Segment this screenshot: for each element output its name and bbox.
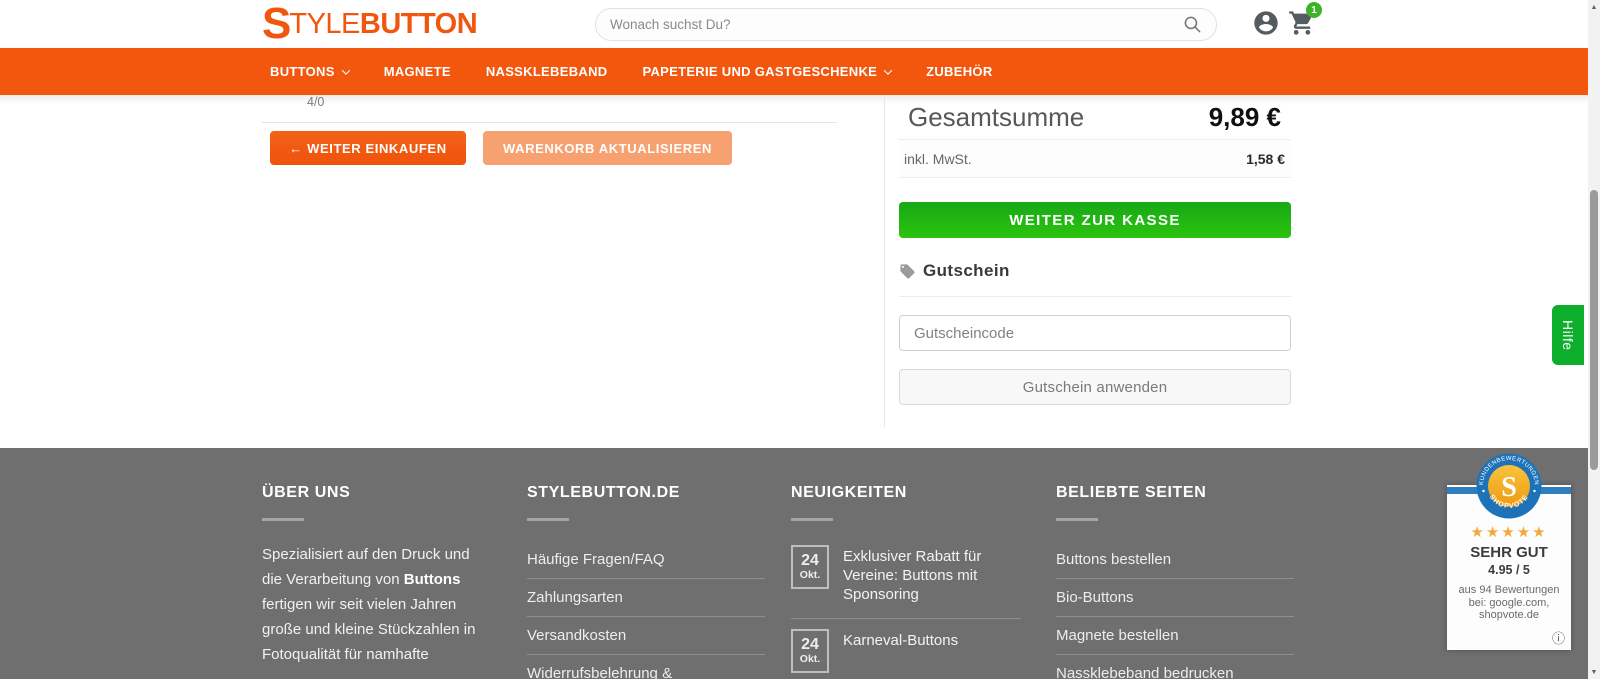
- tax-value: 1,58 €: [1246, 150, 1285, 167]
- nav-item-zubehoer[interactable]: ZUBEHÖR: [926, 64, 992, 79]
- help-tab[interactable]: Hilfe: [1552, 305, 1584, 365]
- news-date-badge: 24 Okt.: [791, 629, 829, 673]
- logo-style-text: TYLE: [289, 7, 360, 40]
- footer-link-buttons-bestellen[interactable]: Buttons bestellen: [1056, 541, 1294, 579]
- scroll-up-icon[interactable]: ▲: [1588, 1, 1600, 13]
- update-cart-button[interactable]: WARENKORB AKTUALISIEREN: [483, 131, 732, 165]
- footer-link-versandkosten[interactable]: Versandkosten: [527, 617, 765, 655]
- chevron-down-icon: [341, 65, 350, 75]
- review-source-text: aus 94 Bewertungen bei: google.com, shop…: [1458, 584, 1560, 621]
- divider: [899, 296, 1291, 297]
- logo-button-text: BUTTON: [359, 7, 478, 40]
- coupon-code-input[interactable]: [899, 315, 1291, 351]
- apply-coupon-button[interactable]: Gutschein anwenden: [899, 369, 1291, 405]
- cart-totals: Gesamtsumme 9,89 € inkl. MwSt. 1,58 €: [899, 95, 1291, 178]
- search-bar[interactable]: [595, 8, 1217, 41]
- scrollbar-thumb[interactable]: [1590, 190, 1598, 470]
- info-icon[interactable]: ⓘ: [1552, 628, 1565, 647]
- page: STYLEBUTTON 1 BUTTONS MAGNETE NASSKLEBEB…: [0, 0, 1600, 679]
- column-divider: [884, 97, 885, 427]
- nav-item-buttons[interactable]: BUTTONS: [270, 64, 350, 79]
- news-item[interactable]: 24 Okt. Karneval-Buttons: [791, 629, 1029, 673]
- news-item[interactable]: 24 Okt. Exklusiver Rabatt für Vereine: B…: [791, 545, 1029, 604]
- footer-link-zahlungsarten[interactable]: Zahlungsarten: [527, 579, 765, 617]
- cart-page: 4/0 ← WEITER EINKAUFEN WARENKORB AKTUALI…: [0, 95, 1588, 448]
- footer-popular-column: BELIEBTE SEITEN Buttons bestellen Bio-Bu…: [1056, 484, 1294, 679]
- tag-icon: [900, 263, 915, 279]
- total-value: 9,89 €: [1208, 101, 1281, 132]
- footer-about-heading: ÜBER UNS: [262, 484, 351, 501]
- cart-item-spec: 4/0: [307, 95, 325, 109]
- footer-link-magnete-bestellen[interactable]: Magnete bestellen: [1056, 617, 1294, 655]
- footer-link-widerruf[interactable]: Widerrufsbelehrung &: [527, 655, 765, 679]
- cart-count-badge[interactable]: 1: [1306, 2, 1322, 18]
- coupon-heading-label: Gutschein: [923, 261, 1010, 280]
- total-label: Gesamtsumme: [908, 101, 1085, 132]
- footer-about-column: ÜBER UNS Spezialisiert auf den Druck und…: [262, 484, 500, 667]
- news-title[interactable]: Exklusiver Rabatt für Vereine: Buttons m…: [843, 545, 1013, 604]
- coupon-heading: Gutschein: [899, 261, 1010, 281]
- svg-text:S: S: [1501, 472, 1517, 503]
- footer-link-nassklebeband[interactable]: Nassklebeband bedrucken: [1056, 655, 1294, 679]
- shopvote-rating-widget[interactable]: S KUNDENBEWERTUNGEN SHOPVOTE ★★★★★ SEHR …: [1447, 453, 1571, 650]
- footer-site-heading: STYLEBUTTON.DE: [527, 484, 681, 501]
- nav-item-magnete[interactable]: MAGNETE: [384, 64, 451, 79]
- footer-news-column: NEUIGKEITEN 24 Okt. Exklusiver Rabatt fü…: [791, 484, 1029, 673]
- news-date-badge: 24 Okt.: [791, 545, 829, 589]
- main-nav: BUTTONS MAGNETE NASSKLEBEBAND PAPETERIE …: [0, 48, 1588, 95]
- nav-shadow: [0, 95, 1588, 104]
- heading-underline: [527, 518, 569, 521]
- scroll-down-icon[interactable]: ▼: [1588, 666, 1600, 678]
- stylebutton-logo[interactable]: S TYLE BUTTON: [262, 0, 478, 48]
- tax-label: inkl. MwSt.: [904, 150, 972, 167]
- footer-popular-heading: BELIEBTE SEITEN: [1056, 484, 1207, 501]
- account-icon[interactable]: [1252, 9, 1280, 37]
- heading-underline: [262, 518, 304, 521]
- footer-link-bio-buttons[interactable]: Bio-Buttons: [1056, 579, 1294, 617]
- continue-shopping-button[interactable]: ← WEITER EINKAUFEN: [270, 131, 466, 165]
- heading-underline: [791, 518, 833, 521]
- nav-item-papeterie[interactable]: PAPETERIE UND GASTGESCHENKE: [642, 64, 893, 79]
- footer-site-column: STYLEBUTTON.DE Häufige Fragen/FAQ Zahlun…: [527, 484, 765, 679]
- divider: [262, 122, 837, 123]
- heading-underline: [1056, 518, 1098, 521]
- total-row: Gesamtsumme 9,89 €: [899, 95, 1291, 140]
- vertical-scrollbar[interactable]: ▲ ▼: [1588, 0, 1600, 679]
- rating-grade: SEHR GUT: [1470, 544, 1548, 561]
- header: STYLEBUTTON 1: [0, 0, 1588, 48]
- shopvote-seal-icon: S KUNDENBEWERTUNGEN SHOPVOTE: [1476, 453, 1542, 519]
- footer-link-faq[interactable]: Häufige Fragen/FAQ: [527, 541, 765, 579]
- nav-item-nassklebeband[interactable]: NASSKLEBEBAND: [486, 64, 608, 79]
- logo-s: S: [262, 0, 291, 48]
- tax-row: inkl. MwSt. 1,58 €: [899, 140, 1291, 178]
- search-icon[interactable]: [1183, 15, 1202, 34]
- footer: ÜBER UNS Spezialisiert auf den Druck und…: [0, 448, 1588, 679]
- footer-news-heading: NEUIGKEITEN: [791, 484, 907, 501]
- checkout-button[interactable]: WEITER ZUR KASSE: [899, 202, 1291, 238]
- news-title[interactable]: Karneval-Buttons: [843, 629, 1013, 673]
- divider: [791, 618, 1021, 619]
- footer-about-text: Spezialisiert auf den Druck und die Vera…: [262, 546, 476, 663]
- rating-score: 4.95 / 5: [1488, 563, 1530, 577]
- chevron-down-icon: [883, 65, 893, 75]
- search-input[interactable]: [610, 17, 1183, 32]
- star-rating: ★★★★★: [1470, 524, 1548, 541]
